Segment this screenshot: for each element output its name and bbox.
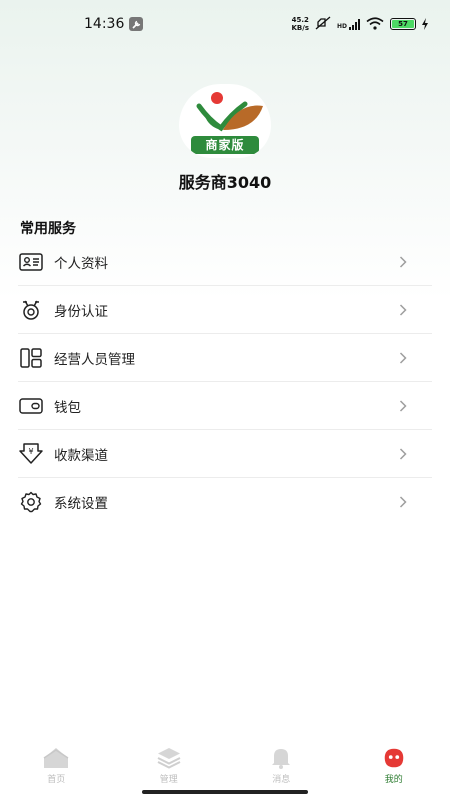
settings-gear-icon [19, 490, 43, 514]
tab-label: 首页 [47, 775, 66, 785]
chevron-right-icon [396, 351, 410, 365]
payment-channel-icon: ¥ [19, 442, 43, 466]
tab-label: 管理 [159, 775, 178, 785]
merchant-logo[interactable]: 商家版 [179, 84, 271, 158]
bell-icon [268, 746, 294, 770]
status-icons: 45.2 KB/s HD 57 [292, 15, 428, 34]
menu-item-label: 收款渠道 [54, 447, 108, 464]
menu-item-label: 系统设置 [54, 496, 108, 512]
charging-icon [422, 15, 428, 34]
wrench-icon [129, 17, 143, 31]
menu-item-wallet[interactable]: 钱包 [18, 382, 432, 430]
chevron-right-icon [396, 399, 410, 413]
menu-item-label: 身份认证 [54, 303, 108, 320]
tab-label: 消息 [272, 775, 291, 785]
chevron-right-icon [396, 495, 410, 509]
menu-item-staff[interactable]: 经营人员管理 [18, 334, 432, 382]
tab-label: 我的 [384, 775, 403, 785]
menu-item-profile[interactable]: 个人资料 [18, 238, 432, 286]
signal-icon: HD [337, 18, 360, 30]
battery-level: 57 [392, 20, 414, 28]
menu-item-label: 个人资料 [54, 255, 108, 272]
menu-item-label: 经营人员管理 [54, 351, 135, 368]
status-bar: 14:36 45.2 KB/s HD 57 [0, 0, 450, 48]
status-time: 14:36 [84, 16, 125, 32]
chevron-right-icon [396, 447, 410, 461]
net-speed-unit: KB/s [291, 24, 309, 32]
home-indicator[interactable] [142, 790, 308, 794]
medal-icon [19, 298, 43, 322]
profile-face-icon [381, 746, 407, 770]
wallet-icon [19, 394, 43, 418]
tab-manage[interactable]: 管理 [113, 738, 226, 788]
mute-icon [315, 15, 331, 34]
bottom-tab-bar: 首页 管理 消息 我的 [0, 738, 450, 788]
staff-grid-icon [19, 346, 43, 370]
net-speed: 45.2 KB/s [292, 16, 309, 32]
id-card-icon [19, 250, 43, 274]
chevron-right-icon [396, 255, 410, 269]
services-list: 个人资料 身份认证 经营人员管理 钱包 ¥ 收款渠道 系统设置 [18, 238, 432, 526]
signal-label: HD [336, 23, 347, 30]
merchant-name: 服务商3040 [178, 173, 272, 192]
battery-icon: 57 [390, 18, 416, 30]
net-speed-value: 45.2 [291, 16, 309, 24]
tab-messages[interactable]: 消息 [225, 738, 338, 788]
menu-item-label: 钱包 [54, 399, 81, 416]
menu-item-settings[interactable]: 系统设置 [18, 478, 432, 526]
home-icon [43, 746, 69, 770]
wifi-icon [366, 15, 384, 34]
tab-home[interactable]: 首页 [0, 738, 113, 788]
menu-item-identity[interactable]: 身份认证 [18, 286, 432, 334]
svg-text:¥: ¥ [28, 447, 33, 456]
tab-mine[interactable]: 我的 [338, 738, 450, 788]
layers-icon [156, 746, 182, 770]
chevron-right-icon [396, 303, 410, 317]
services-title: 常用服务 [20, 221, 76, 237]
logo-banner: 商家版 [191, 136, 259, 154]
menu-item-payment-channel[interactable]: ¥ 收款渠道 [18, 430, 432, 478]
